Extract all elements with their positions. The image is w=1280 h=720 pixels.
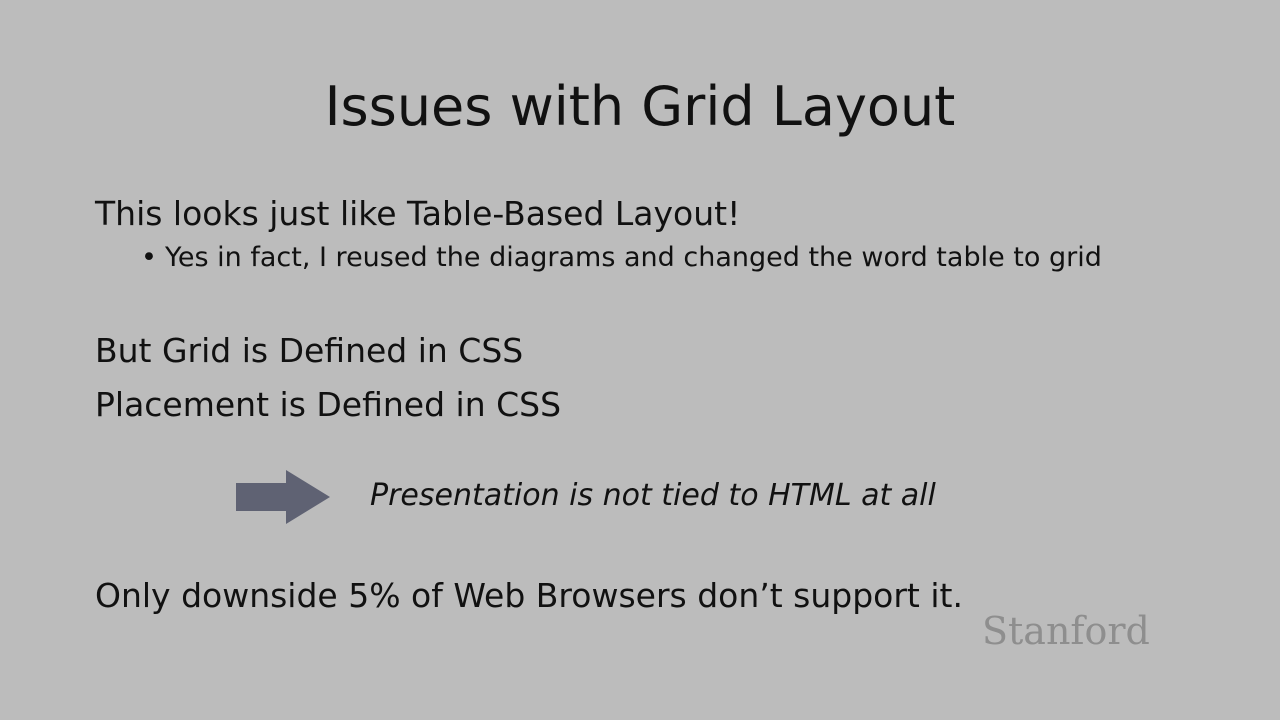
bullet-item: • Yes in fact, I reused the diagrams and … [141, 240, 1102, 276]
stanford-logo: Stanford [982, 609, 1150, 653]
text-line-table-based: This looks just like Table-Based Layout! [95, 194, 741, 233]
right-arrow-icon [236, 470, 330, 524]
text-line-placement-defined: Placement is Defined in CSS [95, 385, 562, 424]
conclusion-text: Presentation is not tied to HTML at all [370, 478, 936, 513]
text-line-grid-defined: But Grid is Defined in CSS [95, 331, 524, 370]
bullet-text: Yes in fact, I reused the diagrams and c… [165, 242, 1102, 273]
bullet-glyph: • [141, 242, 157, 273]
text-line-downside: Only downside 5% of Web Browsers don’t s… [95, 576, 963, 615]
slide-title: Issues with Grid Layout [324, 75, 956, 138]
slide: Issues with Grid Layout This looks just … [0, 0, 1280, 720]
